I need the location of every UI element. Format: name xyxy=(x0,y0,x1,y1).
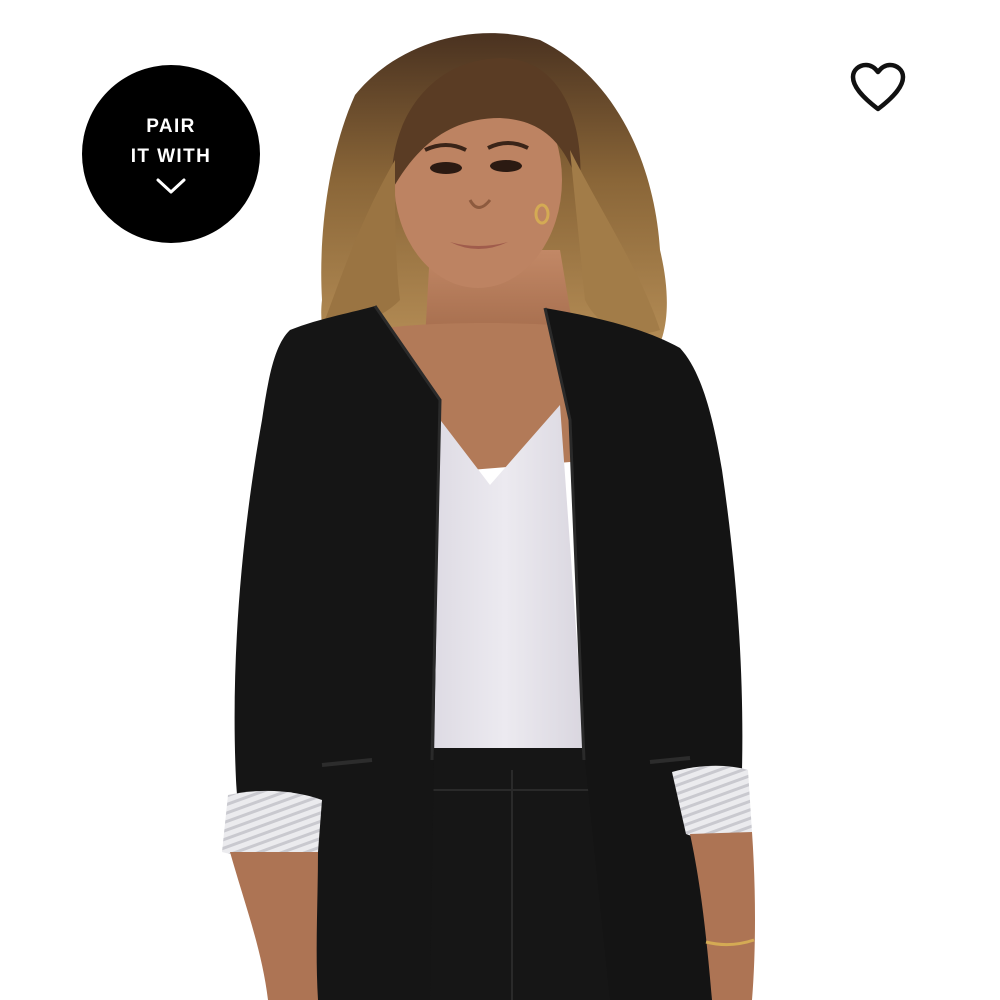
pair-badge-line2: IT WITH xyxy=(130,146,212,167)
left-cuff xyxy=(222,790,322,858)
pair-badge-line1: PAIR xyxy=(146,116,196,137)
pair-it-with-button[interactable]: PAIR IT WITH xyxy=(82,65,260,243)
chevron-down-icon xyxy=(156,178,186,194)
product-image-viewer[interactable]: PAIR IT WITH xyxy=(0,0,1000,1000)
wishlist-button[interactable] xyxy=(846,58,910,118)
heart-outline-icon xyxy=(850,62,906,112)
